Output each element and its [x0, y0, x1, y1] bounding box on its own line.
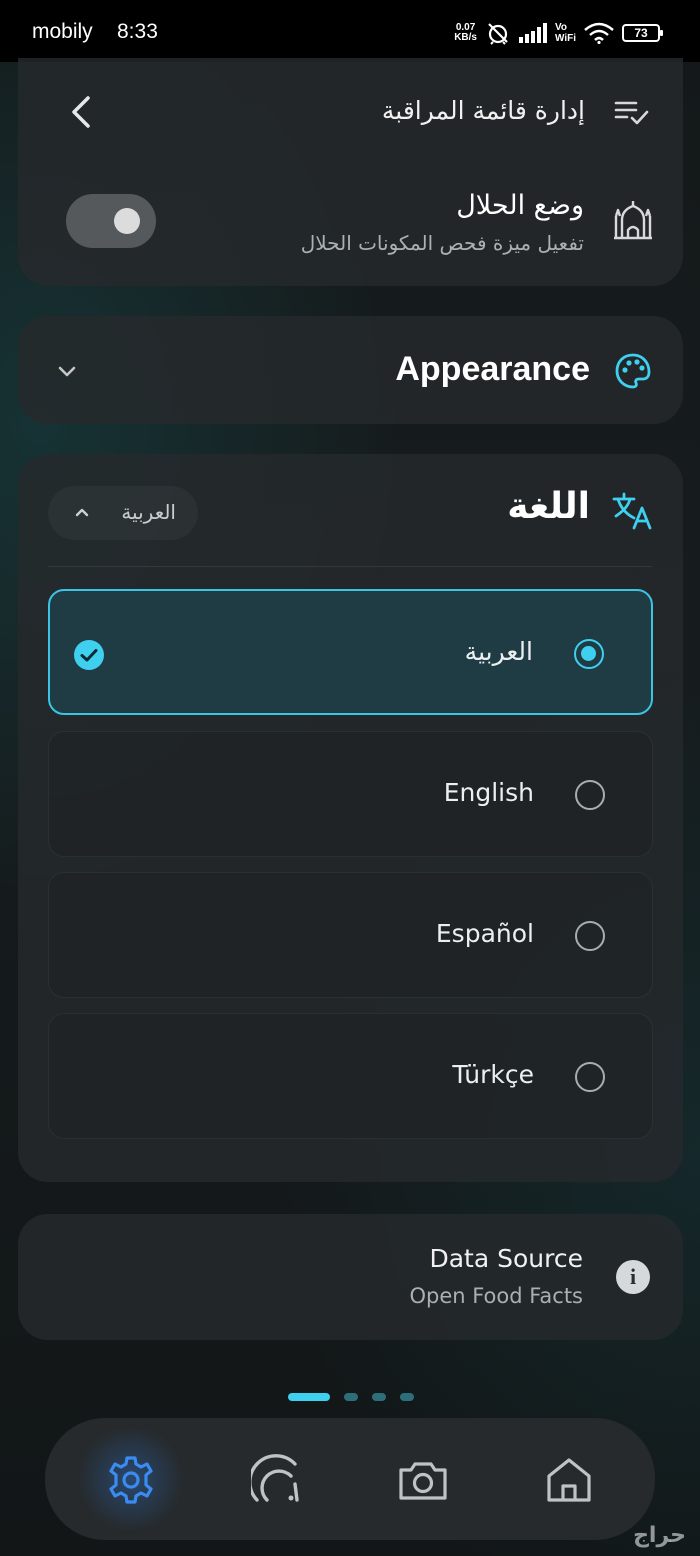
halal-mode-toggle[interactable] — [66, 194, 156, 248]
language-option-label: Español — [435, 919, 534, 948]
data-source-title: Data Source — [429, 1244, 583, 1273]
battery-indicator: 73 — [622, 24, 663, 42]
home-icon[interactable] — [541, 1454, 597, 1506]
language-title: اللغة — [507, 486, 590, 527]
signal-icon — [518, 23, 547, 43]
bottom-navigation — [45, 1418, 655, 1540]
carrier-name: mobily — [32, 20, 93, 43]
network-speed-unit: KB/s — [454, 32, 477, 43]
page-dot[interactable] — [372, 1393, 386, 1401]
chevron-down-icon[interactable] — [54, 358, 80, 384]
network-speed: 0.07 KB/s — [454, 23, 477, 43]
language-option-arabic[interactable]: العربية — [48, 589, 653, 715]
language-dropdown-label: العربية — [121, 500, 176, 524]
vowifi-bottom: WiFi — [554, 33, 576, 44]
radio-icon[interactable] — [575, 780, 605, 810]
radio-selected-icon[interactable] — [574, 639, 604, 669]
data-source-card[interactable] — [18, 1214, 683, 1340]
vowifi-indicator: Vo WiFi — [555, 22, 576, 44]
alarm-off-icon — [488, 23, 508, 45]
data-source-subtitle: Open Food Facts — [409, 1284, 583, 1308]
divider — [48, 566, 652, 567]
page-dot[interactable] — [344, 1393, 358, 1401]
check-circle-icon — [74, 640, 104, 670]
palette-icon — [615, 353, 651, 389]
radio-icon[interactable] — [575, 1062, 605, 1092]
language-dropdown[interactable]: العربية — [48, 486, 198, 540]
camera-icon[interactable] — [395, 1454, 451, 1506]
watchlist-manage-title[interactable]: إدارة قائمة المراقبة — [382, 96, 585, 125]
status-bar: mobily 8:33 0.07 KB/s Vo WiFi 73 — [0, 0, 700, 62]
status-icons: 0.07 KB/s Vo WiFi 73 — [454, 18, 663, 48]
page-indicator — [288, 1393, 414, 1401]
page-dot[interactable] — [400, 1393, 414, 1401]
wifi-icon — [584, 22, 614, 44]
gauge-icon[interactable] — [251, 1454, 307, 1506]
language-option-label: العربية — [464, 637, 533, 666]
language-option-spanish[interactable]: Español — [48, 872, 653, 998]
halal-mode-subtitle: تفعيل ميزة فحص المكونات الحلال — [300, 231, 584, 255]
language-option-label: English — [443, 778, 534, 807]
appearance-title: Appearance — [395, 350, 590, 388]
mosque-icon — [614, 201, 652, 240]
toggle-knob — [114, 208, 140, 234]
watermark: حراج — [633, 1523, 686, 1548]
halal-mode-title: وضع الحلال — [456, 190, 584, 221]
info-icon[interactable]: i — [616, 1260, 650, 1294]
language-option-turkish[interactable]: Türkçe — [48, 1013, 653, 1139]
vowifi-top: Vo — [554, 22, 568, 33]
chevron-up-icon — [75, 508, 89, 517]
chevron-left-icon[interactable] — [62, 92, 102, 132]
radio-icon[interactable] — [575, 921, 605, 951]
language-option-label: Türkçe — [452, 1060, 534, 1089]
playlist-check-icon[interactable] — [614, 98, 650, 126]
page-dot-active[interactable] — [288, 1393, 330, 1401]
clock: 8:33 — [117, 20, 158, 43]
language-option-english[interactable]: English — [48, 731, 653, 857]
gear-icon[interactable] — [103, 1454, 159, 1506]
translate-icon — [612, 492, 652, 530]
